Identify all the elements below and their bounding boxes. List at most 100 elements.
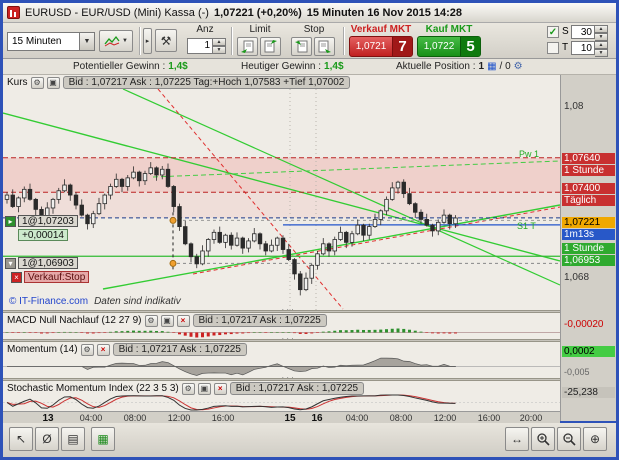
target-checkbox-label: T (562, 42, 568, 53)
axis-tick: 04:00 (80, 413, 103, 423)
support-label: 1,06953 (562, 255, 615, 266)
scale-label: 1,068 (562, 272, 615, 283)
down-arrow-icon[interactable]: ▼ (595, 33, 608, 41)
copyright-link[interactable]: © IT-Finance.com (9, 296, 88, 307)
settings-icon[interactable]: ⚙ (31, 77, 44, 89)
close-icon[interactable]: × (11, 272, 22, 283)
notes-tool-button[interactable]: ▤ (61, 427, 85, 451)
limit-label: Limit (237, 24, 283, 35)
potential-gain-label: Potentieller Gewinn : (73, 61, 165, 72)
main-toolbar: 15 Minuten ▼ ▼ ▸ ⚒ Anz 1 ▲▼ Limit (3, 23, 616, 59)
zoom-reset-icon: ⊕ (590, 432, 600, 446)
down-arrow-icon[interactable]: ▼ (595, 49, 608, 57)
price-scale[interactable]: 1,08 1,07640 1 Stunde 1,07400 Täglich 1,… (560, 75, 616, 421)
gear-icon[interactable]: ⚙ (514, 61, 523, 72)
target-distance-value[interactable]: 10 (571, 41, 595, 55)
time-axis: 13 04:00 08:00 12:00 16:00 15 16 04:00 0… (3, 411, 560, 423)
today-gain-label: Heutiger Gewinn : (241, 61, 321, 72)
stop-label: Stop (291, 24, 337, 35)
up-arrow-icon[interactable]: ▲ (595, 41, 608, 49)
timeframe-select[interactable]: 15 Minuten ▼ (7, 32, 95, 51)
close-icon[interactable]: × (214, 383, 227, 395)
chart-style-icon (104, 35, 120, 47)
macd-value: -0,00020 (562, 319, 615, 330)
chevron-down-icon[interactable]: ▼ (79, 33, 94, 50)
notes-icon: ▤ (67, 432, 78, 446)
camera-icon[interactable]: ▣ (198, 383, 211, 395)
entry-price-tag[interactable]: 1@1,07203 (18, 215, 78, 227)
up-arrow-icon[interactable]: ▲ (213, 38, 226, 46)
stop-buy-icon (317, 40, 332, 53)
quantity-stepper[interactable]: 1 ▲▼ (187, 38, 226, 54)
settings-icon[interactable]: ⚙ (182, 383, 195, 395)
axis-tick: 12:00 (434, 413, 457, 423)
resistance1-label: 1,07640 (562, 153, 615, 164)
stop-order-marker[interactable]: ▾ 1@1,06903 (5, 257, 78, 269)
price-quote: Bid : 1,07217 Ask : 1,07225 Tag:+Hoch 1,… (63, 76, 351, 89)
down-arrow-icon[interactable]: ▼ (213, 46, 226, 54)
collapse-button[interactable]: ▸ (143, 28, 152, 54)
app-icon (7, 6, 20, 19)
camera-icon[interactable]: ▣ (161, 315, 174, 327)
open-position-marker[interactable]: ▸ 1@1,07203 (5, 215, 78, 227)
s1-annotation: S1 T (517, 221, 536, 231)
stop-type-marker[interactable]: × Verkauf:Stop (11, 271, 89, 283)
window-title: EURUSD - EUR/USD (Mini) Kassa (-) (25, 7, 209, 19)
stop-order-tag[interactable]: 1@1,06903 (18, 257, 78, 269)
price-pane-title: Kurs (7, 77, 28, 88)
target-checkbox[interactable] (547, 42, 559, 54)
eraser-icon: Ø (42, 432, 51, 446)
settings-icon[interactable]: ⚙ (81, 344, 94, 356)
close-icon[interactable]: × (177, 315, 190, 327)
zoom-out-button[interactable] (557, 427, 581, 451)
stop-distance-value[interactable]: 30 (571, 25, 595, 39)
up-arrow-icon[interactable]: ▲ (595, 25, 608, 33)
resistance2-timeframe: Täglich (562, 195, 615, 206)
cursor-tool-button[interactable]: ↖ (9, 427, 33, 451)
stop-sell-button[interactable] (291, 37, 312, 56)
stop-checkbox[interactable]: ✓ (547, 26, 559, 38)
limit-sell-button[interactable] (237, 37, 258, 56)
quantity-arrows[interactable]: ▲▼ (213, 38, 226, 54)
macd-quote: Bid : 1,07217 Ask : 1,07225 (193, 314, 327, 327)
quantity-label: Anz (185, 24, 225, 35)
momentum-value: 0,0002 (562, 346, 615, 357)
toolbar-separator (343, 27, 344, 55)
sell-market-button[interactable]: 1,0721 7 (349, 36, 413, 57)
stop-distance-arrows[interactable]: ▲▼ (595, 25, 608, 39)
stochastic-value: -25,238 (562, 387, 615, 398)
zoom-reset-button[interactable]: ⊕ (583, 427, 607, 451)
title-price: 1,07221 (+0,20%) (214, 7, 302, 19)
limit-buy-button[interactable] (260, 37, 281, 56)
wrench-icon: ⚒ (161, 34, 172, 48)
quantity-value[interactable]: 1 (187, 38, 213, 54)
eraser-tool-button[interactable]: Ø (35, 427, 59, 451)
orders-table-button[interactable]: ▦ (91, 427, 115, 451)
candle-countdown: 1m13s (562, 229, 615, 240)
stop-distance-stepper[interactable]: 30 ▲▼ (571, 25, 608, 39)
scale-fit-button[interactable]: ↔ (505, 427, 529, 451)
buy-market-button[interactable]: 1,0722 5 (417, 36, 481, 57)
position-label: Aktuelle Position : (396, 61, 476, 72)
stop-checkbox-label: S (562, 26, 569, 37)
position-icon: ▸ (5, 216, 16, 227)
pnl-marker: +0,00014 (18, 229, 68, 241)
axis-tick: 16:00 (212, 413, 235, 423)
positions-list-icon[interactable]: ▦ (487, 61, 496, 72)
stochastic-chart[interactable] (3, 394, 560, 411)
settings-icon[interactable]: ⚙ (145, 315, 158, 327)
axis-tick: 12:00 (168, 413, 191, 423)
tools-button[interactable]: ⚒ (155, 29, 177, 52)
stochastic-quote: Bid : 1,07217 Ask : 1,07225 (230, 382, 364, 395)
chart-region: Kurs ⚙ ▣ Bid : 1,07217 Ask : 1,07225 Tag… (3, 75, 616, 423)
stop-buy-button[interactable] (314, 37, 335, 56)
close-icon[interactable]: × (97, 344, 110, 356)
zoom-in-button[interactable] (531, 427, 555, 451)
chevron-down-icon: ▼ (122, 38, 128, 44)
target-distance-arrows[interactable]: ▲▼ (595, 41, 608, 55)
target-distance-stepper[interactable]: 10 ▲▼ (571, 41, 608, 55)
chart-style-button[interactable]: ▼ (99, 30, 133, 52)
order-icon: ▾ (5, 258, 16, 269)
disclaimer: Daten sind indikativ (94, 296, 181, 307)
camera-icon[interactable]: ▣ (47, 77, 60, 89)
